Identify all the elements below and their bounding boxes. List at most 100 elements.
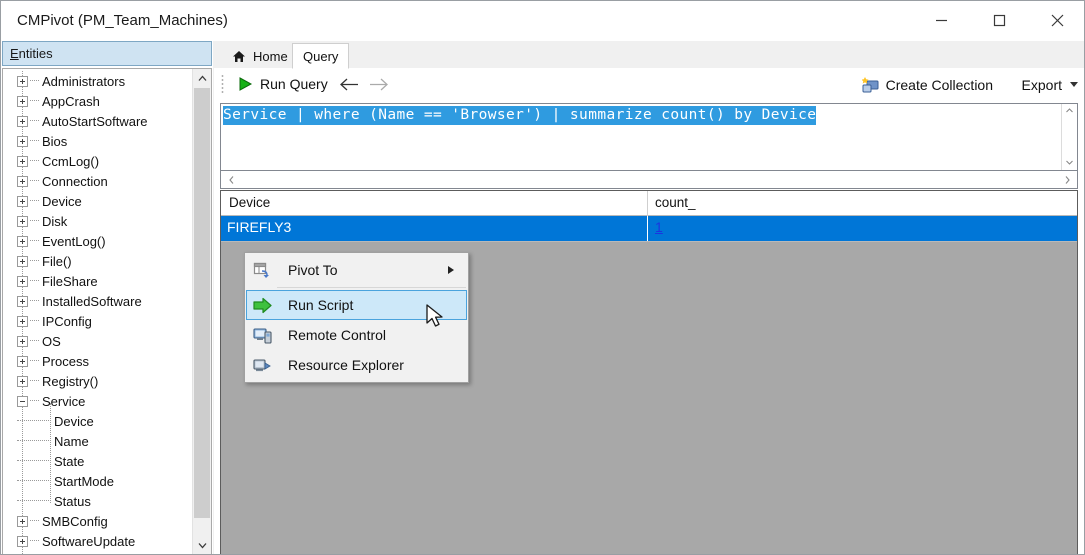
tree-item-label: Connection: [42, 173, 108, 189]
tree-branch-line: [30, 220, 39, 222]
expand-icon[interactable]: [17, 235, 28, 247]
expand-icon[interactable]: [17, 155, 28, 167]
minimize-button[interactable]: [912, 1, 970, 40]
tree-branch-line: [30, 200, 39, 202]
expand-icon[interactable]: [17, 135, 28, 147]
tree-item-fileshare[interactable]: FileShare: [3, 271, 191, 291]
close-button[interactable]: [1028, 1, 1084, 40]
context-menu-item-run-script[interactable]: Run Script: [246, 290, 467, 320]
scroll-up-button[interactable]: [193, 69, 211, 87]
expand-icon[interactable]: [17, 535, 28, 547]
scroll-right-button[interactable]: [1060, 173, 1074, 187]
expand-icon[interactable]: [17, 335, 28, 347]
tree-branch-line: [30, 140, 39, 142]
tree-item-label: Device: [54, 413, 94, 429]
tree-item-process[interactable]: Process: [3, 351, 191, 371]
tree-item-device[interactable]: Device: [3, 411, 191, 431]
cell-device[interactable]: FIREFLY3: [227, 219, 291, 235]
remote-control-icon: [247, 327, 277, 344]
entities-tree-scrollbar[interactable]: [192, 69, 211, 554]
run-query-button[interactable]: Run Query: [232, 71, 333, 97]
expand-icon[interactable]: [17, 355, 28, 367]
chevron-right-icon: [1065, 176, 1070, 184]
context-menu-item-pivot-to[interactable]: Pivot To: [246, 255, 467, 285]
expand-icon[interactable]: [17, 75, 28, 87]
tree-item-label: StartMode: [54, 473, 114, 489]
tree-item-ipconfig[interactable]: IPConfig: [3, 311, 191, 331]
tree-item-disk[interactable]: Disk: [3, 211, 191, 231]
tree-item-installedsoftware[interactable]: InstalledSoftware: [3, 291, 191, 311]
expand-icon[interactable]: [17, 275, 28, 287]
tree-item-smbconfig[interactable]: SMBConfig: [3, 511, 191, 531]
chevron-down-icon: [1066, 160, 1073, 165]
expand-icon[interactable]: [17, 515, 28, 527]
tab-query[interactable]: Query: [292, 43, 350, 69]
export-button[interactable]: Export: [1022, 72, 1078, 97]
pivot-icon: [247, 262, 277, 279]
tab-query-label: Query: [303, 48, 339, 64]
tree-item-os[interactable]: OS: [3, 331, 191, 351]
resource-explorer-icon: [247, 357, 277, 374]
entities-tree[interactable]: Administrators AppCrash AutoStartSoftware B…: [2, 68, 212, 554]
expand-icon[interactable]: [17, 215, 28, 227]
tree-item-device[interactable]: Device: [3, 191, 191, 211]
expand-icon[interactable]: [17, 375, 28, 387]
forward-button[interactable]: [366, 73, 392, 96]
tree-item-state[interactable]: State: [3, 451, 191, 471]
tree-item-eventlog[interactable]: EventLog(): [3, 231, 191, 251]
toolbar-grip[interactable]: [221, 74, 224, 94]
tree-item-status[interactable]: Status: [3, 491, 191, 511]
table-row[interactable]: FIREFLY3 1: [221, 216, 1077, 242]
column-divider[interactable]: [647, 191, 648, 216]
tree-branch-line: [30, 80, 39, 82]
expand-icon[interactable]: [17, 295, 28, 307]
create-collection-button[interactable]: Create Collection: [861, 72, 993, 97]
expand-icon[interactable]: [17, 95, 28, 107]
back-button[interactable]: [336, 73, 362, 96]
expand-icon[interactable]: [17, 175, 28, 187]
column-header-device[interactable]: Device: [229, 195, 270, 210]
tree-item-service[interactable]: Service: [3, 391, 191, 411]
tree-item-connection[interactable]: Connection: [3, 171, 191, 191]
query-text[interactable]: Service | where (Name == 'Browser') | su…: [223, 106, 817, 125]
collapse-icon[interactable]: [17, 395, 28, 407]
expand-icon[interactable]: [17, 255, 28, 267]
run-query-label: Run Query: [260, 76, 328, 92]
context-menu-item-resource-explorer[interactable]: Resource Explorer: [246, 350, 467, 380]
editor-horizontal-scrollbar[interactable]: [220, 171, 1078, 189]
scroll-left-button[interactable]: [224, 173, 238, 187]
cell-count-link[interactable]: 1: [655, 219, 663, 235]
tree-item-name[interactable]: Name: [3, 431, 191, 451]
tree-item-file[interactable]: File(): [3, 251, 191, 271]
maximize-button[interactable]: [970, 1, 1028, 40]
expand-icon[interactable]: [17, 115, 28, 127]
tree-item-administrators[interactable]: Administrators: [3, 71, 191, 91]
tree-branch-line: [30, 120, 39, 122]
create-collection-label: Create Collection: [885, 76, 993, 93]
tree-branch-line: [30, 340, 39, 342]
tree-item-label: CcmLog(): [42, 153, 100, 169]
tree-item-autostartsoftware[interactable]: AutoStartSoftware: [3, 111, 191, 131]
tree-item-registry[interactable]: Registry(): [3, 371, 191, 391]
scroll-down-button[interactable]: [193, 536, 211, 554]
tree-branch-line: [17, 500, 51, 502]
column-header-count[interactable]: count_: [655, 195, 696, 210]
tree-branch-line: [17, 440, 51, 442]
tree-item-startmode[interactable]: StartMode: [3, 471, 191, 491]
query-editor[interactable]: Service | where (Name == 'Browser') | su…: [220, 103, 1078, 171]
tree-item-bios[interactable]: Bios: [3, 131, 191, 151]
tree-item-ccmlog[interactable]: CcmLog(): [3, 151, 191, 171]
tree-item-softwareupdate[interactable]: SoftwareUpdate: [3, 531, 191, 551]
expand-icon[interactable]: [17, 315, 28, 327]
export-label: Export: [1021, 76, 1062, 93]
tree-branch-line: [30, 280, 39, 282]
context-menu-item-remote-control[interactable]: Remote Control: [246, 320, 467, 350]
tree-item-label: Process: [42, 353, 89, 369]
title-bar: CMPivot (PM_Team_Machines): [1, 1, 1084, 41]
tree-item-appcrash[interactable]: AppCrash: [3, 91, 191, 111]
expand-icon[interactable]: [17, 195, 28, 207]
tab-home[interactable]: Home: [222, 43, 298, 69]
scrollbar-thumb[interactable]: [194, 88, 210, 518]
editor-vertical-scrollbar[interactable]: [1061, 104, 1077, 170]
tree-item-label: AppCrash: [42, 93, 100, 109]
